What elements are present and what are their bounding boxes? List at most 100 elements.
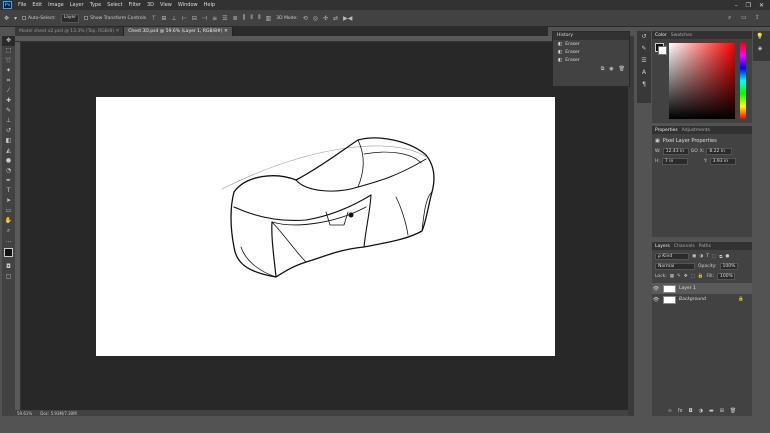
more-tools-icon[interactable]: … [2, 236, 15, 246]
paragraph-panel-icon[interactable]: ¶ [637, 79, 651, 91]
distribute-vcenter-icon[interactable]: ☰ [222, 15, 227, 22]
lock-transparency-icon[interactable]: ▦ [670, 274, 674, 279]
crop-tool-icon[interactable]: ⌗ [2, 76, 15, 86]
marquee-tool-icon[interactable]: ⬚ [2, 46, 15, 56]
new-group-icon[interactable]: ▬ [709, 408, 714, 414]
layer-kind-filter[interactable]: ρ Kind [655, 253, 689, 260]
filter-adjustment-icon[interactable]: ◑ [699, 254, 703, 259]
adjustment-layer-icon[interactable]: ◑ [699, 408, 703, 414]
opacity-input[interactable]: 100% [719, 263, 738, 270]
distribute-bottom-icon[interactable]: ≣ [233, 15, 238, 22]
tab-swatches[interactable]: Swatches [671, 33, 693, 38]
move-tool-icon[interactable]: ✥ [4, 15, 9, 22]
trash-icon[interactable]: 🗑 [730, 408, 736, 414]
document-canvas[interactable] [96, 97, 555, 356]
history-item[interactable]: ◧ Eraser [553, 48, 629, 56]
new-layer-icon[interactable]: ⊞ [720, 408, 724, 414]
3d-slide-icon[interactable]: ⇄ [333, 15, 338, 22]
distribute-hcenter-icon[interactable]: ⦀ [250, 14, 253, 22]
layer-name[interactable]: Background [679, 297, 735, 302]
blur-tool-icon[interactable]: ● [2, 156, 15, 166]
history-brush-tool-icon[interactable]: ↺ [2, 126, 15, 136]
quick-mask-icon[interactable]: ◘ [2, 262, 15, 272]
share-icon[interactable]: ⇪ [755, 14, 760, 21]
color-swatches[interactable] [2, 246, 16, 262]
zoom-level[interactable]: 59.61% [17, 411, 32, 416]
show-transform-checkbox[interactable] [84, 16, 89, 20]
align-bottom-icon[interactable]: ⊥ [171, 15, 176, 22]
tab-color[interactable]: Color [655, 33, 667, 38]
tab-channels[interactable]: Channels [674, 244, 695, 249]
lasso-tool-icon[interactable]: ➰ [2, 56, 15, 66]
eye-icon[interactable]: 👁 [652, 286, 660, 292]
eraser-tool-icon[interactable]: ◧ [2, 136, 15, 146]
background-color-swatch[interactable] [658, 46, 667, 55]
filter-smart-icon[interactable]: ⧉ [719, 254, 722, 260]
hue-slider[interactable] [740, 43, 746, 119]
layer-row-background[interactable]: 👁 Background 🔒 [652, 294, 752, 305]
healing-brush-tool-icon[interactable]: ✚ [2, 96, 15, 106]
auto-select-target-dropdown[interactable]: Layer [60, 13, 80, 23]
x-input[interactable]: 8.22 in [706, 148, 733, 155]
snapshot-icon[interactable]: ◉ [609, 66, 613, 72]
menu-window[interactable]: Window [178, 2, 198, 8]
menu-image[interactable]: Image [48, 2, 64, 8]
zoom-tool-icon[interactable]: ⌕ [2, 226, 15, 236]
minimize-button[interactable]: – [735, 2, 738, 9]
align-hcenter-icon[interactable]: ⊟ [192, 15, 197, 22]
dodge-tool-icon[interactable]: ◔ [2, 166, 15, 176]
tab-model-sheet[interactable]: Model sheet x2.psd @ 13.3% (Top, RGB/8) … [15, 27, 125, 36]
restore-button[interactable]: ❐ [746, 2, 751, 9]
lock-position-icon[interactable]: ✥ [684, 274, 688, 279]
lock-all-icon[interactable]: 🔒 [698, 274, 704, 279]
menu-file[interactable]: File [18, 2, 26, 8]
tab-layers[interactable]: Layers [655, 244, 670, 249]
align-left-icon[interactable]: ⊢ [182, 15, 187, 22]
height-input[interactable]: 7 in [661, 158, 688, 165]
hand-tool-icon[interactable]: ✋ [2, 216, 15, 226]
align-right-icon[interactable]: ⊣ [202, 15, 207, 22]
link-dimensions-toggle[interactable]: GO [691, 149, 698, 154]
history-item[interactable]: ◧ Eraser [553, 56, 629, 64]
search-icon[interactable]: ⌕ [728, 14, 731, 22]
type-tool-icon[interactable]: T [2, 186, 15, 196]
history-panel-icon[interactable]: ↺ [637, 31, 651, 43]
width-input[interactable]: 12.43 in [662, 148, 689, 155]
menu-filter[interactable]: Filter [129, 2, 141, 8]
close-button[interactable]: ✕ [759, 2, 764, 9]
libraries-icon[interactable]: ◈ [753, 43, 767, 55]
link-layers-icon[interactable]: ∞ [668, 408, 672, 414]
menu-type[interactable]: Type [90, 2, 101, 8]
fill-input[interactable]: 100% [717, 273, 736, 280]
paint-bucket-tool-icon[interactable]: ◭ [2, 146, 15, 156]
path-selection-tool-icon[interactable]: ➤ [2, 196, 15, 206]
filter-type-icon[interactable]: T [706, 254, 709, 259]
tab-paths[interactable]: Paths [699, 244, 711, 249]
properties-panel-icon[interactable]: ☰ [637, 55, 651, 67]
menu-view[interactable]: View [160, 2, 172, 8]
eyedropper-tool-icon[interactable]: ⁄ [2, 86, 15, 96]
align-vcenter-icon[interactable]: ⊞ [161, 15, 166, 22]
menu-edit[interactable]: Edit [32, 2, 42, 8]
tab-adjustments[interactable]: Adjustments [682, 128, 710, 133]
pen-tool-icon[interactable]: ✒ [2, 176, 15, 186]
close-icon[interactable]: ✕ [224, 29, 228, 34]
auto-align-icon[interactable]: ▥ [266, 15, 272, 22]
add-mask-icon[interactable]: ◘ [689, 408, 693, 414]
character-panel-icon[interactable]: A [637, 67, 651, 79]
chevron-down-icon[interactable]: ▾ [14, 15, 17, 22]
blend-mode-dropdown[interactable]: Normal [655, 263, 695, 270]
new-document-from-state-icon[interactable]: ⧉ [601, 66, 605, 72]
menu-help[interactable]: Help [204, 2, 215, 8]
3d-scale-icon[interactable]: ▶◀ [343, 15, 352, 22]
brush-settings-icon[interactable]: ✎ [637, 43, 651, 55]
align-top-icon[interactable]: ⊤ [151, 15, 156, 22]
history-item[interactable]: ◧ Eraser [553, 40, 629, 48]
vertical-scrollbar[interactable] [628, 36, 634, 416]
move-tool-icon[interactable]: ✥ [2, 36, 15, 46]
auto-select-option[interactable]: Auto-Select: [22, 16, 56, 21]
screen-mode-icon[interactable]: ▢ [2, 272, 15, 282]
rectangle-tool-icon[interactable]: ▭ [2, 206, 15, 216]
layer-row-layer-1[interactable]: 👁 Layer 1 [652, 283, 752, 294]
trash-icon[interactable]: 🗑 [619, 66, 625, 72]
